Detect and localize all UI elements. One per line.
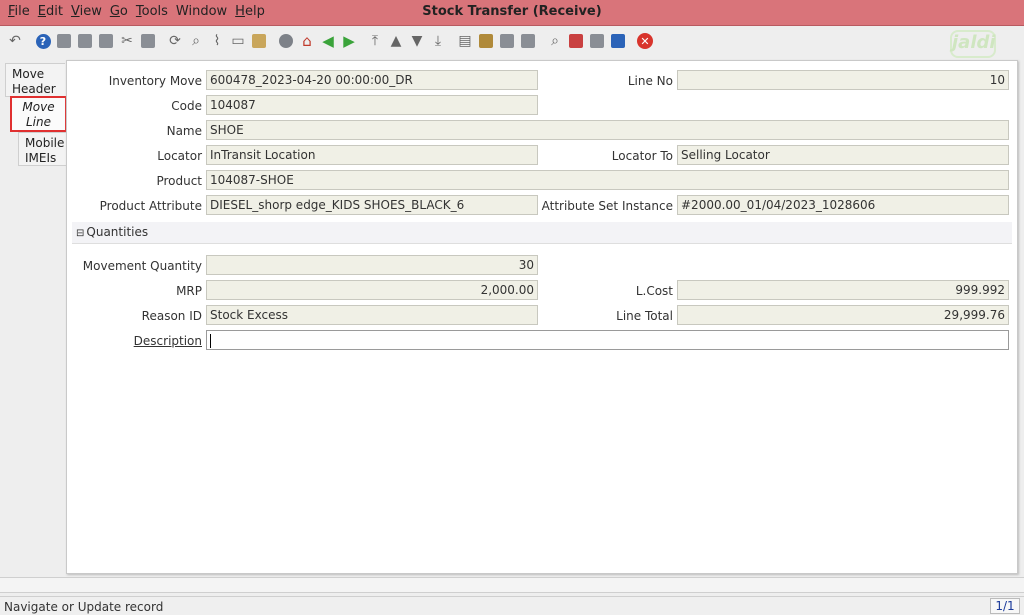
movement-quantity-label: Movement Quantity: [82, 259, 202, 273]
movement-quantity-field[interactable]: 30: [206, 255, 538, 275]
locator-to-field[interactable]: Selling Locator: [677, 145, 1009, 165]
description-input[interactable]: [206, 330, 1009, 350]
previous-record-icon[interactable]: ▲: [387, 32, 405, 50]
new-record-icon[interactable]: [55, 32, 73, 50]
close-window-icon[interactable]: ✕: [636, 32, 654, 50]
tab-move-line[interactable]: Move Line: [10, 96, 67, 132]
description-label: Description: [133, 334, 202, 348]
back-arrow-icon[interactable]: ◀: [319, 32, 337, 50]
attribute-set-instance-label: Attribute Set Instance: [541, 199, 673, 213]
menu-file[interactable]: File: [4, 4, 34, 19]
print-icon[interactable]: [519, 32, 537, 50]
grid-toggle-icon[interactable]: [250, 32, 268, 50]
first-record-icon[interactable]: ⤒: [366, 32, 384, 50]
name-label: Name: [166, 124, 202, 138]
line-no-field[interactable]: 10: [677, 70, 1009, 90]
undo-icon[interactable]: ↶: [6, 32, 24, 50]
line-total-label: Line Total: [616, 309, 673, 323]
menu-help[interactable]: Help: [231, 4, 269, 19]
tab-move-header[interactable]: Move Header: [5, 63, 65, 97]
mrp-label: MRP: [176, 284, 202, 298]
menu-view[interactable]: View: [67, 4, 106, 19]
forward-arrow-icon[interactable]: ▶: [340, 32, 358, 50]
line-no-label: Line No: [627, 74, 673, 88]
refresh-icon[interactable]: ⟳: [166, 32, 184, 50]
copy-record-icon[interactable]: [76, 32, 94, 50]
line-total-field[interactable]: 29,999.76: [677, 305, 1009, 325]
reason-id-label: Reason ID: [141, 309, 202, 323]
horizontal-scrollbar[interactable]: [0, 577, 1024, 593]
archive-icon[interactable]: [477, 32, 495, 50]
product-attribute-label: Product Attribute: [99, 199, 202, 213]
locator-field[interactable]: InTransit Location: [206, 145, 538, 165]
name-field[interactable]: SHOE: [206, 120, 1009, 140]
next-record-icon[interactable]: ▼: [408, 32, 426, 50]
product-field[interactable]: 104087-SHOE: [206, 170, 1009, 190]
delete-icon[interactable]: [97, 32, 115, 50]
menu-go[interactable]: Go: [106, 4, 132, 19]
code-label: Code: [171, 99, 202, 113]
tab-mobile-imeis[interactable]: Mobile IMEIs: [18, 132, 66, 166]
locator-to-label: Locator To: [611, 149, 673, 163]
quantities-section-title: Quantities: [86, 225, 149, 239]
zoom-across-icon[interactable]: ⌕: [546, 32, 564, 50]
menu-bar: File Edit View Go Tools Window Help: [4, 4, 269, 19]
inventory-move-field[interactable]: 600478_2023-04-20 00:00:00_DR: [206, 70, 538, 90]
title-bar: File Edit View Go Tools Window Help Stoc…: [0, 0, 1024, 26]
save-icon[interactable]: [139, 32, 157, 50]
product-label: Product: [156, 174, 202, 188]
quantities-section-header[interactable]: ⊟ Quantities: [72, 222, 1012, 244]
menu-tools[interactable]: Tools: [132, 4, 172, 19]
locator-label: Locator: [157, 149, 202, 163]
code-field[interactable]: 104087: [206, 95, 538, 115]
inventory-move-label: Inventory Move: [108, 74, 202, 88]
attribute-set-instance-field[interactable]: #2000.00_01/04/2023_1028606: [677, 195, 1009, 215]
menu-window[interactable]: Window: [172, 4, 231, 19]
help-icon[interactable]: ?: [34, 32, 52, 50]
lcost-field[interactable]: 999.992: [677, 280, 1009, 300]
attachment-icon[interactable]: ⌇: [208, 32, 226, 50]
print-preview-icon[interactable]: [498, 32, 516, 50]
text-caret: [210, 333, 211, 348]
find-icon[interactable]: ⌕: [187, 32, 205, 50]
toolbar: ↶ ? ✂ ⟳ ⌕ ⌇ ▭ ⌂ ◀ ▶ ⤒ ▲ ▼ ⤓ ▤ ⌕ ✕: [0, 27, 1024, 57]
product-attribute-field[interactable]: DIESEL_shorp edge_KIDS SHOES_BLACK_6: [206, 195, 538, 215]
mrp-field[interactable]: 2,000.00: [206, 280, 538, 300]
report-icon[interactable]: ▤: [456, 32, 474, 50]
chat-icon[interactable]: ▭: [229, 32, 247, 50]
history-icon[interactable]: [277, 32, 295, 50]
database-icon[interactable]: [609, 32, 627, 50]
reason-id-field[interactable]: Stock Excess: [206, 305, 538, 325]
collapse-icon[interactable]: ⊟: [76, 228, 84, 239]
status-message: Navigate or Update record: [4, 600, 164, 614]
status-bar: Navigate or Update record 1/1: [0, 596, 1024, 615]
record-counter[interactable]: 1/1: [990, 598, 1020, 614]
lcost-label: L.Cost: [635, 284, 673, 298]
home-icon[interactable]: ⌂: [298, 32, 316, 50]
tools-icon[interactable]: ✂: [118, 32, 136, 50]
jaldi-logo: jaldi: [950, 30, 996, 58]
workflow-icon[interactable]: [567, 32, 585, 50]
product-info-icon[interactable]: [588, 32, 606, 50]
menu-edit[interactable]: Edit: [34, 4, 67, 19]
last-record-icon[interactable]: ⤓: [429, 32, 447, 50]
